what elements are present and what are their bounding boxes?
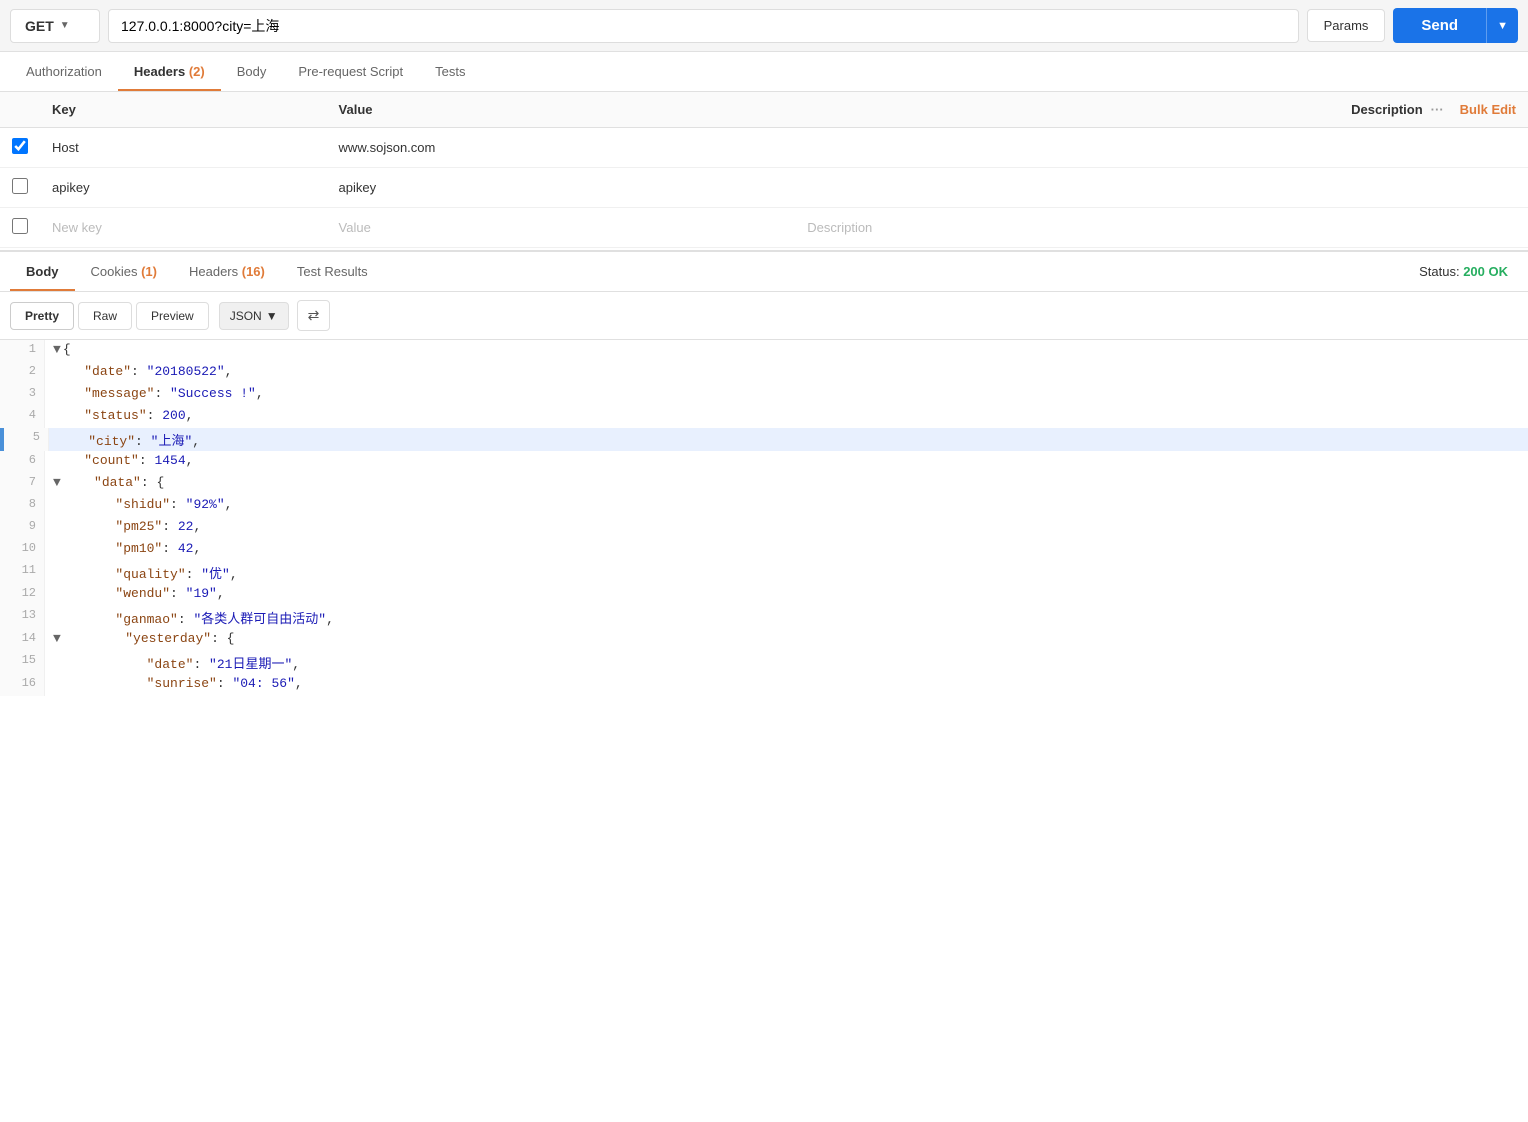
code-line: 8 "shidu": "92%", — [0, 495, 1528, 517]
new-row-checkbox[interactable] — [12, 218, 28, 234]
response-tabs: Body Cookies (1) Headers (16) Test Resul… — [0, 250, 1528, 292]
row1-value[interactable]: www.sojson.com — [327, 128, 796, 168]
row1-checkbox[interactable] — [12, 138, 28, 154]
format-select[interactable]: JSON ▼ — [219, 302, 289, 330]
new-row-checkbox-cell — [0, 208, 40, 248]
code-line: 12 "wendu": "19", — [0, 584, 1528, 606]
value-col-header: Value — [327, 92, 796, 128]
response-tab-body[interactable]: Body — [10, 252, 75, 291]
status-info: Status: 200 OK — [1419, 264, 1518, 279]
fold-arrow[interactable]: ▼ — [53, 342, 61, 357]
pretty-button[interactable]: Pretty — [10, 302, 74, 330]
send-button-group: Send ▼ — [1393, 8, 1518, 43]
table-row: Host www.sojson.com — [0, 128, 1528, 168]
response-tab-cookies[interactable]: Cookies (1) — [75, 252, 173, 291]
row2-checkbox-cell — [0, 168, 40, 208]
more-options-icon[interactable]: ··· — [1431, 102, 1444, 117]
method-button[interactable]: GET ▼ — [10, 9, 100, 43]
key-col-header: Key — [40, 92, 327, 128]
method-chevron-icon: ▼ — [60, 20, 70, 31]
bulk-edit-link[interactable]: Bulk Edit — [1460, 102, 1516, 117]
code-line: 1▼{ — [0, 340, 1528, 362]
new-description-cell[interactable]: Description — [795, 208, 1528, 248]
method-label: GET — [25, 18, 54, 34]
status-value: 200 OK — [1463, 264, 1508, 279]
code-line: 14▼ "yesterday": { — [0, 629, 1528, 651]
code-line: 5 "city": "上海", — [0, 428, 1528, 451]
code-line: 16 "sunrise": "04: 56", — [0, 674, 1528, 696]
tab-headers[interactable]: Headers (2) — [118, 52, 221, 91]
code-line: 9 "pm25": 22, — [0, 517, 1528, 539]
headers-table: Key Value Description ··· Bulk Edit Host — [0, 92, 1528, 248]
send-button[interactable]: Send — [1393, 8, 1486, 43]
code-line: 11 "quality": "优", — [0, 561, 1528, 584]
tab-prerequest[interactable]: Pre-request Script — [282, 52, 419, 91]
code-toolbar: Pretty Raw Preview JSON ▼ ⇄ — [0, 292, 1528, 340]
code-line: 3 "message": "Success !", — [0, 384, 1528, 406]
code-line: 10 "pm10": 42, — [0, 539, 1528, 561]
code-view: 1▼{2 "date": "20180522",3 "message": "Su… — [0, 340, 1528, 696]
fold-arrow[interactable]: ▼ — [53, 631, 61, 646]
new-header-row: New key Value Description — [0, 208, 1528, 248]
headers-section: Key Value Description ··· Bulk Edit Host — [0, 92, 1528, 248]
row1-checkbox-cell — [0, 128, 40, 168]
code-line: 15 "date": "21日星期一", — [0, 651, 1528, 674]
format-chevron-icon: ▼ — [266, 309, 278, 323]
url-input[interactable] — [108, 9, 1299, 43]
preview-button[interactable]: Preview — [136, 302, 209, 330]
fold-arrow[interactable]: ▼ — [53, 475, 61, 490]
tab-body[interactable]: Body — [221, 52, 283, 91]
new-key-cell[interactable]: New key — [40, 208, 327, 248]
tab-authorization[interactable]: Authorization — [10, 52, 118, 91]
tab-tests[interactable]: Tests — [419, 52, 481, 91]
code-line: 13 "ganmao": "各类人群可自由活动", — [0, 606, 1528, 629]
checkbox-col-header — [0, 92, 40, 128]
table-row: apikey apikey — [0, 168, 1528, 208]
params-button[interactable]: Params — [1307, 9, 1386, 42]
row1-key[interactable]: Host — [40, 128, 327, 168]
code-line: 7▼ "data": { — [0, 473, 1528, 495]
row2-value[interactable]: apikey — [327, 168, 796, 208]
code-line: 4 "status": 200, — [0, 406, 1528, 428]
response-tab-headers[interactable]: Headers (16) — [173, 252, 281, 291]
row2-description[interactable] — [795, 168, 1528, 208]
row1-description[interactable] — [795, 128, 1528, 168]
row2-checkbox[interactable] — [12, 178, 28, 194]
code-line: 2 "date": "20180522", — [0, 362, 1528, 384]
wrap-button[interactable]: ⇄ — [297, 300, 331, 331]
description-col-header: Description ··· Bulk Edit — [795, 92, 1528, 128]
request-tabs: Authorization Headers (2) Body Pre-reque… — [0, 52, 1528, 92]
code-line: 6 "count": 1454, — [0, 451, 1528, 473]
send-dropdown-button[interactable]: ▼ — [1486, 8, 1518, 43]
row2-key[interactable]: apikey — [40, 168, 327, 208]
top-bar: GET ▼ Params Send ▼ — [0, 0, 1528, 52]
raw-button[interactable]: Raw — [78, 302, 132, 330]
new-value-cell[interactable]: Value — [327, 208, 796, 248]
response-tab-test-results[interactable]: Test Results — [281, 252, 384, 291]
